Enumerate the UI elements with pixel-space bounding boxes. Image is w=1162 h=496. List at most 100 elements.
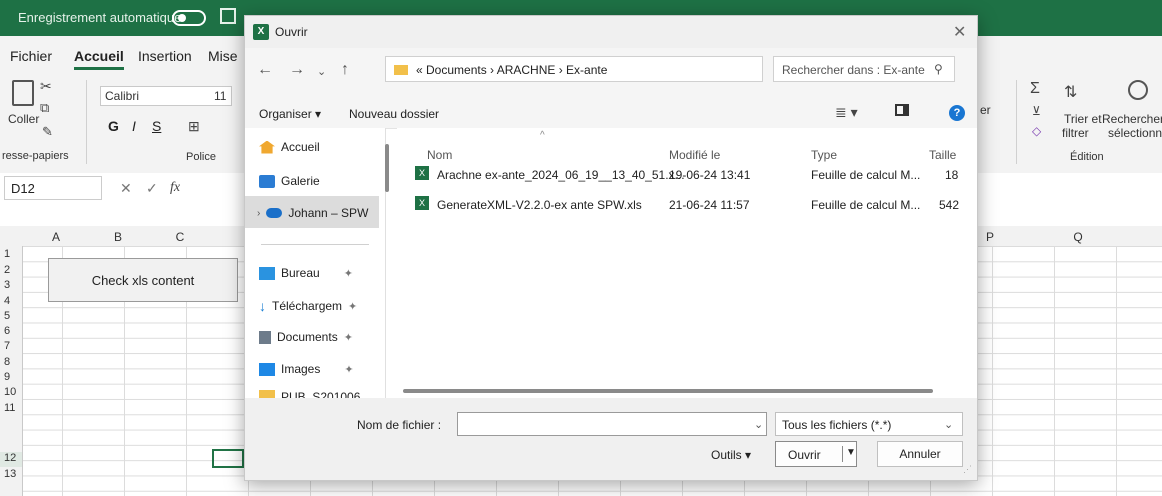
search-label[interactable]: Rechercher bbox=[1102, 112, 1162, 126]
resize-grip-icon[interactable]: ⋰ bbox=[963, 464, 972, 475]
open-button[interactable]: Ouvrir ▼ bbox=[775, 441, 857, 467]
row-header[interactable]: 5 bbox=[0, 310, 26, 322]
row-header[interactable]: 8 bbox=[0, 356, 26, 368]
tab-mise-en-page[interactable]: Mise bbox=[208, 48, 238, 64]
row-header[interactable]: 4 bbox=[0, 295, 26, 307]
tab-accueil[interactable]: Accueil bbox=[74, 48, 124, 70]
sort-label[interactable]: Trier et bbox=[1064, 112, 1102, 126]
filename-chevron-icon[interactable]: ⌄ bbox=[754, 418, 763, 431]
back-icon[interactable]: ← bbox=[257, 61, 273, 79]
sort-filter-icon[interactable]: ⇅ bbox=[1064, 82, 1077, 102]
column-type-header[interactable]: Type bbox=[811, 148, 837, 162]
pin-icon[interactable]: ✦ bbox=[348, 300, 357, 313]
open-options-arrow-icon[interactable]: ▼ bbox=[846, 447, 856, 458]
column-size-header[interactable]: Taille bbox=[929, 148, 956, 162]
nav-scrollbar[interactable] bbox=[385, 144, 389, 192]
new-folder-button[interactable]: Nouveau dossier bbox=[349, 107, 439, 121]
column-header-q[interactable]: Q bbox=[1068, 230, 1088, 244]
column-name-header[interactable]: Nom bbox=[427, 148, 452, 162]
check-xls-content-button[interactable]: Check xls content bbox=[48, 258, 238, 302]
nav-item-bureau[interactable]: Bureau ✦ bbox=[259, 266, 353, 280]
search-input[interactable]: Rechercher dans : Ex-ante ⚲ bbox=[773, 56, 955, 82]
column-header-b[interactable]: B bbox=[108, 230, 128, 244]
tab-fichier[interactable]: Fichier bbox=[10, 48, 52, 64]
preview-pane-icon[interactable] bbox=[895, 104, 909, 116]
nav-item-accueil[interactable]: Accueil bbox=[259, 140, 320, 154]
file-size: 542 bbox=[939, 198, 960, 212]
row-header[interactable]: 13 bbox=[0, 468, 26, 480]
help-icon[interactable]: ? bbox=[949, 105, 965, 121]
view-options-icon[interactable]: ≣ ▾ bbox=[835, 104, 858, 121]
cancel-formula-icon[interactable]: ✕ bbox=[120, 180, 132, 197]
borders-icon[interactable]: ⊞ bbox=[188, 118, 200, 135]
forward-icon[interactable]: → bbox=[289, 61, 305, 79]
row-header[interactable]: 3 bbox=[0, 279, 26, 291]
column-header-a[interactable]: A bbox=[46, 230, 66, 244]
excel-app-icon: X bbox=[253, 24, 269, 40]
filter-label[interactable]: filtrer bbox=[1062, 126, 1089, 140]
row-header[interactable]: 2 bbox=[0, 264, 26, 276]
search-icon[interactable]: ⚲ bbox=[934, 62, 943, 76]
enter-formula-icon[interactable]: ✓ bbox=[146, 180, 158, 197]
nav-item-pub[interactable]: PUB_S201006 bbox=[259, 390, 360, 398]
nav-item-label: Galerie bbox=[281, 174, 320, 188]
row-header[interactable]: 7 bbox=[0, 340, 26, 352]
file-type: Feuille de calcul M... bbox=[811, 198, 921, 212]
nav-item-documents[interactable]: Documents ✦ bbox=[259, 330, 353, 344]
paste-icon[interactable] bbox=[12, 80, 34, 106]
column-header-c[interactable]: C bbox=[170, 230, 190, 244]
recent-locations-chevron-icon[interactable]: ⌄ bbox=[317, 65, 326, 78]
nav-item-telechargements[interactable]: ↓ Téléchargem ✦ bbox=[259, 298, 357, 314]
excel-file-icon: X bbox=[415, 166, 429, 180]
nav-item-galerie[interactable]: Galerie bbox=[259, 174, 320, 188]
tools-button[interactable]: Outils ▾ bbox=[711, 448, 751, 462]
address-bar[interactable]: « Documents › ARACHNE › Ex-ante bbox=[385, 56, 763, 82]
bold-button[interactable]: G bbox=[108, 118, 119, 134]
up-folder-icon[interactable]: ↑ bbox=[341, 61, 349, 79]
select-label[interactable]: sélectionner bbox=[1108, 126, 1162, 140]
format-painter-icon[interactable]: ✎ bbox=[42, 124, 53, 140]
row-header[interactable]: 11 bbox=[0, 402, 26, 414]
italic-button[interactable]: I bbox=[132, 118, 136, 134]
filetype-select[interactable]: Tous les fichiers (*.*) ⌄ bbox=[775, 412, 963, 436]
row-header[interactable]: 9 bbox=[0, 371, 26, 383]
copy-icon[interactable]: ⧉ bbox=[40, 100, 49, 116]
nav-item-onedrive[interactable]: › Johann – SPW bbox=[257, 206, 368, 220]
file-type: Feuille de calcul M... bbox=[811, 168, 921, 182]
expand-chevron-icon[interactable]: › bbox=[257, 208, 260, 219]
name-box[interactable]: D12 bbox=[4, 176, 102, 200]
pin-icon[interactable]: ✦ bbox=[344, 331, 353, 344]
row-header[interactable]: 12 bbox=[0, 452, 26, 464]
selected-cell[interactable] bbox=[212, 449, 244, 468]
find-icon[interactable] bbox=[1128, 80, 1148, 100]
filename-input[interactable]: ⌄ bbox=[457, 412, 767, 436]
breadcrumb[interactable]: « Documents › ARACHNE › Ex-ante bbox=[416, 63, 607, 77]
underline-button[interactable]: S bbox=[152, 118, 161, 134]
ribbon-separator bbox=[86, 80, 87, 164]
table-row[interactable]: X Arachne ex-ante_2024_06_19__13_40_51.x… bbox=[415, 164, 963, 184]
nav-item-images[interactable]: Images ✦ bbox=[259, 362, 354, 376]
autosum-icon[interactable]: Σ bbox=[1030, 80, 1040, 98]
font-size-value[interactable]: 11 bbox=[214, 89, 226, 103]
horizontal-scrollbar[interactable] bbox=[403, 389, 933, 393]
save-icon[interactable] bbox=[220, 8, 236, 24]
tab-insertion[interactable]: Insertion bbox=[138, 48, 192, 64]
close-icon[interactable]: ✕ bbox=[953, 22, 966, 42]
organise-button[interactable]: Organiser ▾ bbox=[259, 107, 321, 121]
column-modified-header[interactable]: Modifié le bbox=[669, 148, 720, 162]
font-name-select[interactable]: Calibri bbox=[100, 86, 232, 106]
pin-icon[interactable]: ✦ bbox=[344, 267, 353, 280]
autosave-toggle[interactable] bbox=[172, 10, 206, 26]
pin-icon[interactable]: ✦ bbox=[344, 363, 353, 376]
row-header[interactable]: 6 bbox=[0, 325, 26, 337]
cancel-button[interactable]: Annuler bbox=[877, 441, 963, 467]
function-icon[interactable]: fx bbox=[170, 180, 180, 196]
column-header-p[interactable]: P bbox=[980, 230, 1000, 244]
fill-icon[interactable]: ⊻ bbox=[1032, 104, 1041, 118]
table-row[interactable]: X GenerateXML-V2.2.0-ex ante SPW.xls 21-… bbox=[415, 194, 963, 214]
clear-icon[interactable]: ◇ bbox=[1032, 124, 1041, 138]
cut-icon[interactable]: ✂ bbox=[40, 78, 52, 95]
row-header[interactable]: 1 bbox=[0, 248, 26, 260]
paste-label[interactable]: Coller bbox=[8, 112, 39, 126]
row-header[interactable]: 10 bbox=[0, 386, 26, 398]
